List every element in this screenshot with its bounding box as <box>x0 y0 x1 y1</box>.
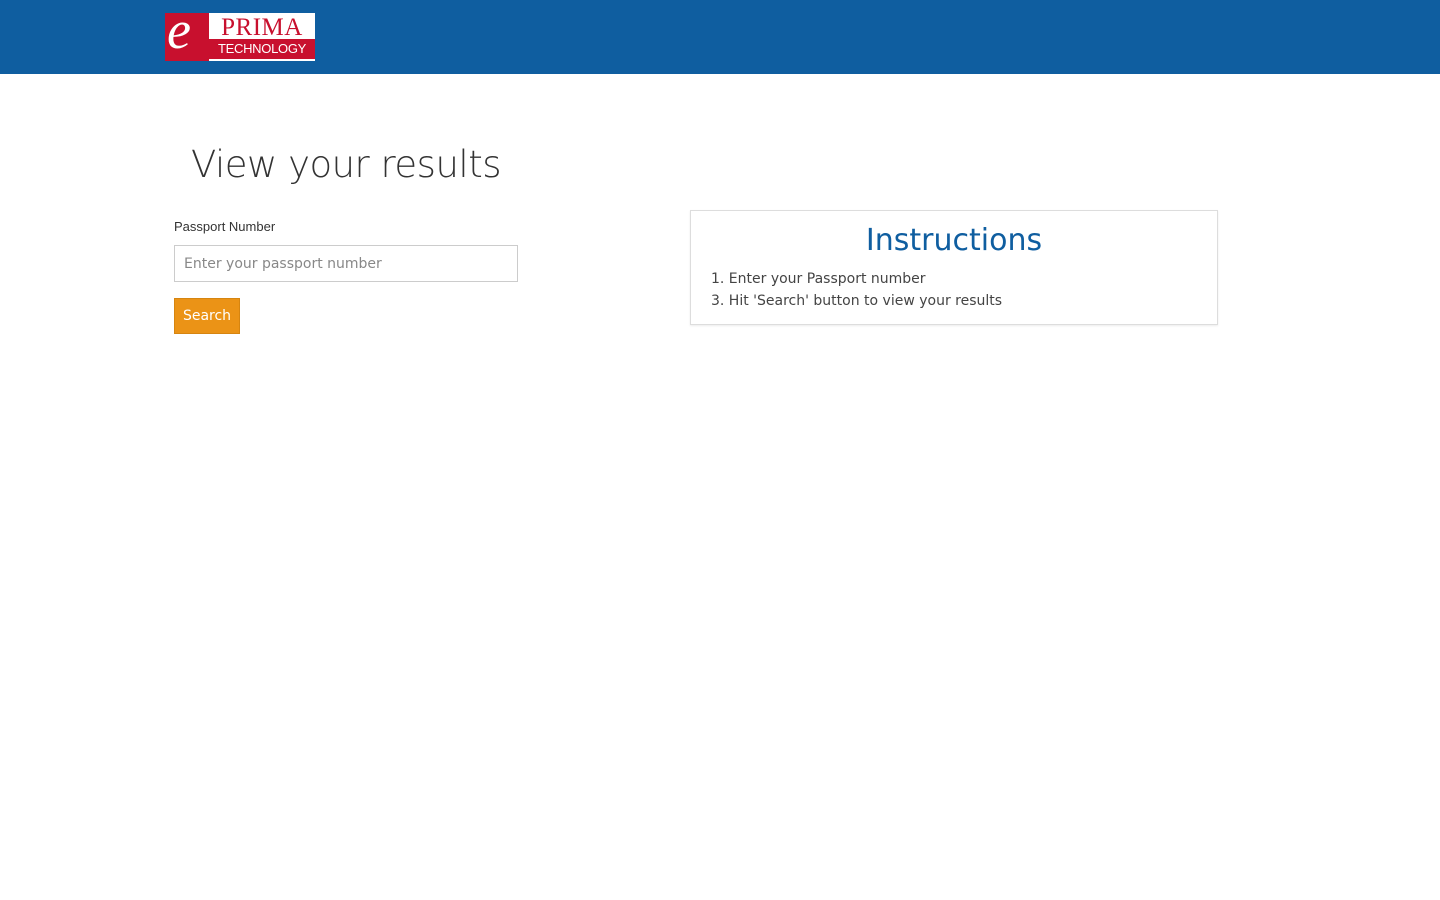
logo-subtitle-text: TECHNOLOGY <box>209 39 315 59</box>
instructions-panel: Instructions 1. Enter your Passport numb… <box>690 210 1218 325</box>
search-button[interactable]: Search <box>174 298 240 334</box>
instruction-step: 3. Hit 'Search' button to view your resu… <box>711 293 1003 309</box>
logo-brand-text: PRIMA <box>221 14 303 41</box>
logo-e-letter: e <box>167 13 191 60</box>
instruction-step: 1. Enter your Passport number <box>711 271 926 287</box>
passport-number-label: Passport Number <box>174 219 276 234</box>
instructions-list: 1. Enter your Passport number 3. Hit 'Se… <box>711 268 1002 312</box>
passport-number-input[interactable] <box>174 245 518 282</box>
logo-e-block: e <box>165 13 209 61</box>
instructions-title: Instructions <box>865 223 1043 258</box>
page-title: View your results <box>191 143 501 186</box>
eprima-logo[interactable]: e PRIMA TECHNOLOGY <box>165 13 315 61</box>
top-navbar: e PRIMA TECHNOLOGY <box>0 0 1440 74</box>
